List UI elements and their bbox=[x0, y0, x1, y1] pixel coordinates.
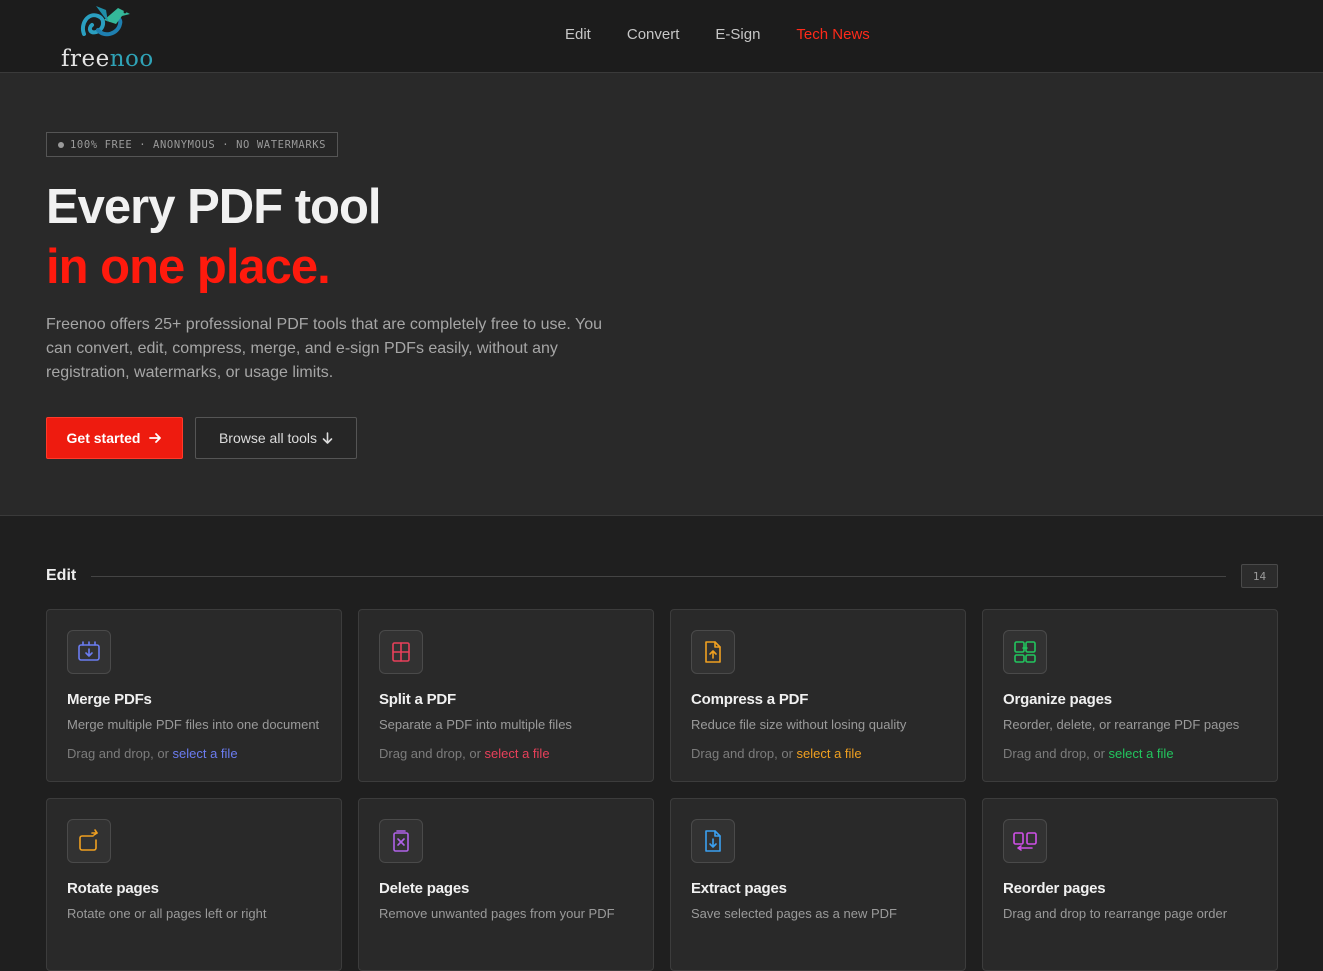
drop-prefix: Drag and drop, or bbox=[1003, 746, 1109, 761]
tool-card-extract-pages[interactable]: Extract pages Save selected pages as a n… bbox=[670, 798, 966, 971]
nav-tech-news[interactable]: Tech News bbox=[796, 26, 869, 43]
select-file-link[interactable]: select a file bbox=[797, 746, 862, 761]
section-title: Edit bbox=[46, 567, 77, 584]
get-started-button[interactable]: Get started bbox=[46, 417, 183, 459]
rotate-icon bbox=[67, 819, 111, 863]
tool-description: Rotate one or all pages left or right bbox=[67, 906, 267, 921]
tool-card-merge-pdfs[interactable]: Merge PDFs Merge multiple PDF files into… bbox=[46, 609, 342, 782]
drop-zone-text: Drag and drop, or select a file bbox=[67, 746, 238, 761]
nav-e-sign[interactable]: E-Sign bbox=[715, 26, 760, 43]
brand-name-part2: noo bbox=[109, 46, 154, 72]
drop-zone-text: Drag and drop, or select a file bbox=[1003, 746, 1174, 761]
tool-description: Merge multiple PDF files into one docume… bbox=[67, 717, 320, 732]
nav-edit[interactable]: Edit bbox=[565, 26, 591, 43]
drop-prefix: Drag and drop, or bbox=[67, 746, 173, 761]
bird-logo-icon bbox=[81, 6, 130, 37]
drop-zone-text: Drag and drop, or select a file bbox=[691, 746, 862, 761]
tool-card-organize-pages[interactable]: Organize pages Reorder, delete, or rearr… bbox=[982, 609, 1278, 782]
hero-description: Freenoo offers 25+ professional PDF tool… bbox=[46, 316, 603, 381]
section-count-badge: 14 bbox=[1241, 564, 1278, 588]
section-divider bbox=[91, 576, 1226, 577]
tool-description: Separate a PDF into multiple files bbox=[379, 717, 572, 732]
hero-title-line2: in one place. bbox=[46, 240, 331, 294]
reorder-icon bbox=[1003, 819, 1047, 863]
arrow-down-icon bbox=[322, 431, 333, 444]
hero-badge-text: 100% FREE · ANONYMOUS · NO WATERMARKS bbox=[70, 138, 327, 151]
tool-title: Compress a PDF bbox=[691, 691, 809, 708]
drop-prefix: Drag and drop, or bbox=[379, 746, 485, 761]
tool-description: Remove unwanted pages from your PDF bbox=[379, 906, 615, 921]
merge-icon bbox=[67, 630, 111, 674]
compress-icon bbox=[691, 630, 735, 674]
tool-card-rotate-pages[interactable]: Rotate pages Rotate one or all pages lef… bbox=[46, 798, 342, 971]
hero-section: 100% FREE · ANONYMOUS · NO WATERMARKS Ev… bbox=[0, 73, 1323, 516]
tool-description: Drag and drop to rearrange page order bbox=[1003, 906, 1228, 921]
tool-title: Reorder pages bbox=[1003, 880, 1106, 897]
tool-card-compress-pdf[interactable]: Compress a PDF Reduce file size without … bbox=[670, 609, 966, 782]
split-icon bbox=[379, 630, 423, 674]
select-file-link[interactable]: select a file bbox=[173, 746, 238, 761]
arrow-right-icon bbox=[149, 433, 162, 443]
extract-icon bbox=[691, 819, 735, 863]
tool-description: Reorder, delete, or rearrange PDF pages bbox=[1003, 717, 1240, 732]
select-file-link[interactable]: select a file bbox=[1109, 746, 1174, 761]
tool-title: Extract pages bbox=[691, 880, 787, 897]
badge-dot-icon bbox=[58, 141, 64, 148]
drop-prefix: Drag and drop, or bbox=[691, 746, 797, 761]
tool-title: Merge PDFs bbox=[67, 691, 152, 708]
organize-icon bbox=[1003, 630, 1047, 674]
tool-card-reorder-pages[interactable]: Reorder pages Drag and drop to rearrange… bbox=[982, 798, 1278, 971]
select-file-link[interactable]: select a file bbox=[485, 746, 550, 761]
tool-description: Save selected pages as a new PDF bbox=[691, 906, 897, 921]
tool-title: Rotate pages bbox=[67, 880, 159, 897]
freenoo-logo[interactable]: freenoo bbox=[60, 4, 160, 72]
drop-zone-text: Drag and drop, or select a file bbox=[379, 746, 550, 761]
tool-card-delete-pages[interactable]: Delete pages Remove unwanted pages from … bbox=[358, 798, 654, 971]
tool-title: Split a PDF bbox=[379, 691, 456, 708]
browse-all-tools-label: Browse all tools bbox=[218, 430, 318, 446]
top-navigation-bar: freenoo Edit Convert E-Sign Tech News bbox=[0, 0, 1323, 73]
tool-grid: Merge PDFs Merge multiple PDF files into… bbox=[46, 609, 1278, 971]
main-nav: Edit Convert E-Sign Tech News bbox=[565, 26, 870, 43]
hero-title-line1: Every PDF tool bbox=[46, 180, 382, 234]
nav-convert[interactable]: Convert bbox=[627, 26, 680, 43]
tool-title: Organize pages bbox=[1003, 691, 1112, 708]
edit-section-header: Edit 14 bbox=[46, 564, 1278, 589]
browse-all-tools-button[interactable]: Browse all tools bbox=[195, 417, 357, 459]
get-started-label: Get started bbox=[66, 430, 141, 446]
brand-wordmark: freenoo bbox=[61, 46, 154, 72]
delete-pages-icon bbox=[379, 819, 423, 863]
hero-badge: 100% FREE · ANONYMOUS · NO WATERMARKS bbox=[46, 132, 339, 157]
brand-name-part1: free bbox=[61, 46, 110, 72]
tool-card-split-pdf[interactable]: Split a PDF Separate a PDF into multiple… bbox=[358, 609, 654, 782]
tool-title: Delete pages bbox=[379, 880, 470, 897]
tool-description: Reduce file size without losing quality bbox=[691, 717, 907, 732]
